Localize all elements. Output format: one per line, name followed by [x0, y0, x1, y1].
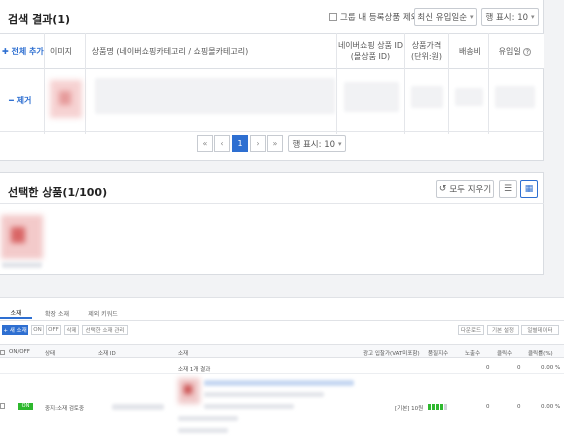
- row-creative-text-redacted: [178, 416, 238, 421]
- summary-ctr: 0.00 %: [541, 365, 561, 371]
- pagination-area: [0, 131, 544, 132]
- row-clicks: 0: [517, 404, 521, 410]
- column-product-name: 상품명 (네이버쇼핑카테고리 / 쇼핑몰카테고리): [91, 47, 249, 56]
- refresh-icon: ↺: [438, 184, 447, 194]
- on-button[interactable]: ON: [31, 325, 44, 335]
- first-page-button[interactable]: «: [197, 135, 213, 152]
- daily-data-select[interactable]: 일별데이터: [521, 325, 559, 335]
- inflow-date-redacted: [495, 86, 535, 108]
- header-select-checkbox[interactable]: [0, 350, 5, 355]
- header-creative-id: 소재 ID: [98, 351, 116, 357]
- column-divider: [488, 33, 489, 134]
- column-inflow-date-label: 유입일: [498, 47, 521, 56]
- tab-extended-creative[interactable]: 확장 소재: [36, 307, 78, 319]
- row-onoff-toggle[interactable]: ON: [18, 403, 33, 410]
- row-creative-text-redacted: [204, 392, 324, 397]
- row-creative-text-redacted: [178, 428, 228, 433]
- quality-index-bar: [428, 404, 447, 410]
- column-image: 이미지: [49, 47, 73, 56]
- delete-button[interactable]: 삭제: [64, 325, 79, 335]
- row-bid[interactable]: [기본] 10원: [395, 404, 423, 412]
- row-creative-text-redacted: [204, 404, 294, 409]
- selected-header-divider: [0, 203, 544, 204]
- add-all-label: 전체 추가: [11, 47, 44, 56]
- product-id-redacted: [344, 82, 399, 112]
- tab-creative[interactable]: 소재: [0, 307, 32, 319]
- column-divider: [85, 33, 86, 134]
- header-bid: 광고 입찰가(VAT미포함): [363, 351, 420, 357]
- product-price-redacted: [411, 86, 443, 108]
- next-page-button[interactable]: ›: [250, 135, 266, 152]
- chevron-down-icon: ▾: [470, 13, 474, 21]
- selected-product-thumbnail: [1, 215, 43, 259]
- sort-select[interactable]: 최신 유입일순 ▾: [414, 8, 477, 26]
- minus-icon: ━: [9, 96, 14, 105]
- summary-clicks: 0: [517, 365, 521, 371]
- row-creative-id-redacted: [112, 404, 164, 410]
- row-impressions: 0: [486, 404, 490, 410]
- row-creative-thumbnail: [178, 378, 200, 404]
- row-creative-title-redacted: [204, 380, 354, 386]
- column-price: 상품가격 (단위:원): [410, 41, 443, 61]
- help-icon: ?: [523, 48, 532, 56]
- tab-excluded-keywords[interactable]: 제외 키워드: [82, 307, 124, 319]
- chevron-down-icon: ▾: [338, 139, 342, 148]
- shipping-redacted: [455, 88, 483, 106]
- column-divider: [44, 33, 45, 134]
- new-creative-button[interactable]: + 새 소재: [2, 325, 28, 335]
- header-status: 상태: [45, 351, 56, 357]
- product-thumbnail: [50, 80, 82, 118]
- header-clicks: 클릭수: [497, 351, 513, 357]
- manage-selected-button[interactable]: 선택한 소재 관리: [82, 325, 128, 335]
- selected-product-caption: [2, 262, 42, 268]
- summary-divider: [0, 373, 564, 374]
- remove-row-label: 제거: [16, 96, 32, 105]
- clear-all-label: 모두 지우기: [449, 185, 492, 195]
- product-name-redacted: [95, 78, 335, 114]
- prev-page-button[interactable]: ‹: [214, 135, 230, 152]
- download-button[interactable]: 다운로드: [458, 325, 484, 335]
- checkbox-box[interactable]: [329, 13, 337, 21]
- header-impressions: 노출수: [465, 351, 481, 357]
- header-ctr: 클릭률(%): [528, 351, 553, 357]
- chevron-down-icon: ▾: [531, 13, 535, 21]
- exclude-group-checkbox[interactable]: 그룹 내 등록상품 제외: [329, 11, 419, 23]
- grid-view-icon: ▦: [524, 184, 534, 194]
- tabs-divider: [0, 320, 564, 321]
- settings-select[interactable]: 기본 설정: [487, 325, 519, 335]
- rows-per-page-select[interactable]: 행 표시: 10 ▾: [481, 8, 539, 26]
- list-view-button[interactable]: ☰: [499, 180, 517, 198]
- clear-all-button[interactable]: ↺ 모두 지우기: [436, 180, 494, 198]
- last-page-button[interactable]: »: [267, 135, 283, 152]
- column-product-id: 네이버쇼핑 상품 ID (몰상품 ID): [337, 41, 404, 61]
- row-checkbox[interactable]: [0, 403, 5, 409]
- header-quality: 품질지수: [428, 351, 449, 357]
- column-divider: [336, 33, 337, 134]
- page-1-button[interactable]: 1: [232, 135, 248, 152]
- column-shipping: 배송비: [458, 47, 482, 56]
- list-view-icon: ☰: [503, 184, 513, 194]
- off-button[interactable]: OFF: [46, 325, 61, 335]
- pagination-rows-value: 행 표시: 10: [292, 139, 336, 150]
- pagination-rows-select[interactable]: 행 표시: 10 ▾: [288, 135, 346, 152]
- exclude-group-label: 그룹 내 등록상품 제외: [340, 13, 419, 23]
- add-all-button[interactable]: ✚ 전체 추가: [2, 46, 44, 57]
- column-divider: [404, 33, 405, 134]
- summary-label: 소재 1개 결과: [178, 367, 211, 373]
- column-divider: [448, 33, 449, 134]
- row-status[interactable]: 중지:소재 검토중: [45, 404, 84, 412]
- column-inflow-date: 유입일 ?: [490, 46, 540, 57]
- grid-view-button[interactable]: ▦: [520, 180, 538, 198]
- summary-impressions: 0: [486, 365, 490, 371]
- header-onoff: ON/OFF: [9, 349, 30, 355]
- search-results-title: 검색 결과(1): [8, 13, 71, 26]
- sort-select-value: 최신 유입일순: [417, 13, 468, 23]
- plus-icon: ✚: [2, 47, 9, 56]
- remove-row-button[interactable]: ━ 제거: [9, 95, 31, 106]
- selected-products-title: 선택한 상품(1/100): [8, 186, 108, 199]
- header-creative: 소재: [178, 351, 189, 357]
- row-ctr: 0.00 %: [541, 404, 561, 410]
- rows-per-page-value: 행 표시: 10: [485, 13, 529, 23]
